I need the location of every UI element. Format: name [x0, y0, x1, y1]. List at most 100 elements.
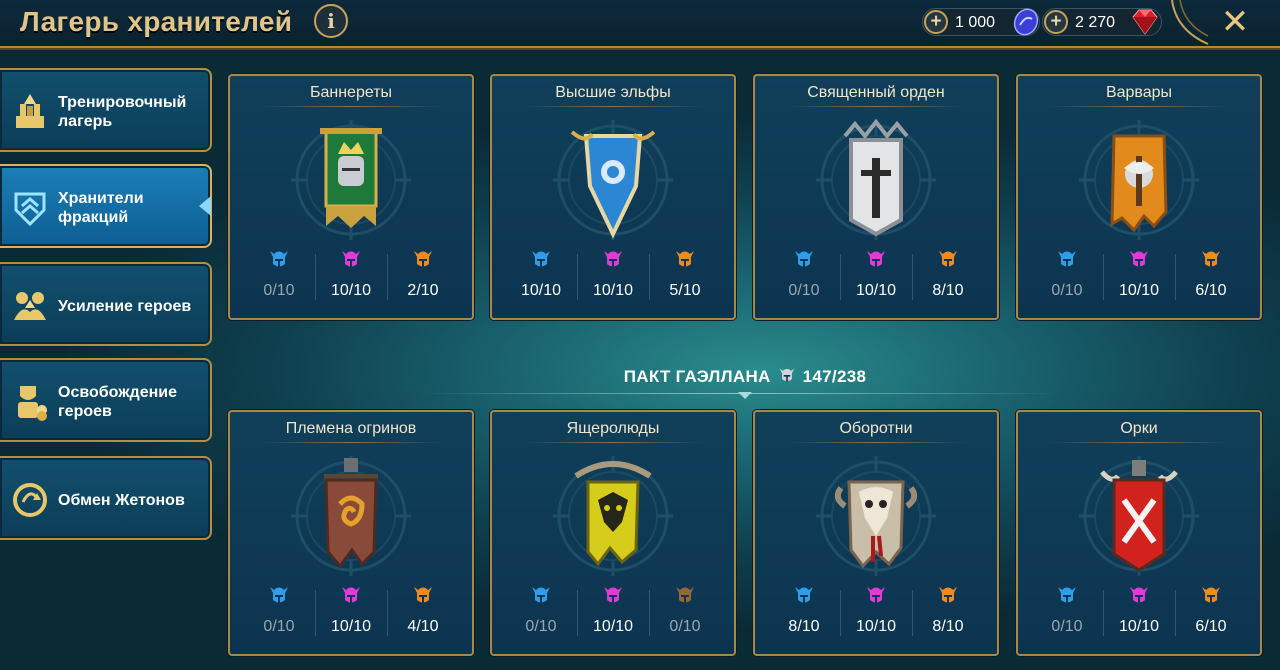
faction-card-sacred-order[interactable]: Священный орден 0/10 10/10 8/10	[753, 74, 999, 320]
faction-name: Высшие эльфы	[555, 84, 671, 101]
menu-item-hero-boost[interactable]: Усиление героев	[0, 262, 212, 346]
epic-slot: 10/10	[316, 248, 386, 306]
rare-helmet-icon	[530, 248, 552, 270]
epic-helmet-icon	[602, 584, 624, 606]
legendary-count: 0/10	[669, 618, 701, 635]
legendary-helmet-icon	[937, 584, 959, 606]
epic-count: 10/10	[1118, 282, 1160, 299]
faction-card-orcs[interactable]: Орки 0/10 10/10 6/10	[1016, 410, 1262, 656]
rare-count: 8/10	[788, 618, 820, 635]
rare-count: 10/10	[520, 282, 562, 299]
rare-helmet-icon	[1056, 248, 1078, 270]
menu-label-hero-release: Освобождение героев	[58, 384, 177, 420]
rare-count: 0/10	[525, 618, 557, 635]
faction-name: Варвары	[1105, 84, 1173, 101]
rare-count: 0/10	[263, 282, 295, 299]
epic-count: 10/10	[330, 282, 372, 299]
faction-card-skinwalkers[interactable]: Оборотни 8/10 10/10 8/10	[753, 410, 999, 656]
rare-slot: 8/10	[769, 584, 839, 642]
menu-item-faction-guardians[interactable]: Хранители фракций	[0, 164, 212, 248]
skinwalker-banner-icon	[815, 452, 937, 580]
menu-item-hero-release[interactable]: Освобождение героев	[0, 358, 212, 442]
rare-slot: 10/10	[506, 248, 576, 306]
faction-card-lizardmen[interactable]: Ящеролюды 0/10 10/10 0/10	[490, 410, 736, 656]
title-divider	[1048, 442, 1230, 443]
training-camp-icon	[16, 94, 44, 128]
title-divider	[522, 442, 704, 443]
epic-slot: 10/10	[1104, 584, 1174, 642]
legendary-helmet-icon	[412, 248, 434, 270]
rare-helmet-icon	[268, 248, 290, 270]
faction-name: Баннереты	[309, 84, 393, 101]
pact-value: 147/238	[802, 367, 867, 386]
epic-slot: 10/10	[841, 584, 911, 642]
menu-label-token-exchange: Обмен Жетонов	[58, 491, 185, 509]
epic-helmet-icon	[1128, 248, 1150, 270]
rare-helmet-icon	[793, 584, 815, 606]
resource-gems: + 2 270	[1042, 8, 1162, 36]
shards-value: 1 000	[955, 14, 996, 31]
title-divider	[1048, 106, 1230, 107]
rare-slot: 0/10	[506, 584, 576, 642]
rare-helmet-icon	[793, 248, 815, 270]
menu-item-token-exchange[interactable]: Обмен Жетонов	[0, 456, 212, 540]
rare-slot: 0/10	[1032, 584, 1102, 642]
top-bar: Лагерь хранителей i + 1 000 + 2 270 ✕	[0, 0, 1280, 48]
orc-banner-icon	[1078, 452, 1200, 580]
active-indicator	[199, 196, 211, 216]
rare-helmet-icon	[268, 584, 290, 606]
rare-count: 0/10	[788, 282, 820, 299]
menu-item-training-camp[interactable]: Тренировочный лагерь	[0, 68, 212, 152]
page-title: Лагерь хранителей	[20, 6, 293, 37]
legendary-slot: 2/10	[388, 248, 458, 306]
epic-count: 10/10	[592, 618, 634, 635]
legendary-helmet-icon	[674, 584, 696, 606]
legendary-helmet-icon	[412, 584, 434, 606]
legendary-count: 6/10	[1195, 282, 1227, 299]
legendary-slot: 4/10	[388, 584, 458, 642]
rare-slot: 0/10	[1032, 248, 1102, 306]
epic-count: 10/10	[855, 282, 897, 299]
legendary-helmet-icon	[674, 248, 696, 270]
barbarian-banner-icon	[1078, 116, 1200, 244]
lizardmen-banner-icon	[552, 452, 674, 580]
resource-shards: + 1 000	[922, 8, 1040, 36]
epic-helmet-icon	[1128, 584, 1150, 606]
faction-card-barbarians[interactable]: Варвары 0/10 10/10 6/10	[1016, 74, 1262, 320]
epic-helmet-icon	[340, 584, 362, 606]
faction-name: Орки	[1120, 420, 1158, 437]
ogryn-banner-icon	[290, 452, 412, 580]
add-shards-button[interactable]: +	[924, 10, 948, 34]
rare-helmet-icon	[530, 584, 552, 606]
legendary-slot: 5/10	[650, 248, 720, 306]
epic-slot: 10/10	[841, 248, 911, 306]
title-divider	[522, 106, 704, 107]
faction-name: Оборотни	[839, 420, 913, 437]
faction-card-bannerets[interactable]: Баннереты 0/10 10/10 2/10	[228, 74, 474, 320]
legendary-slot: 8/10	[913, 584, 983, 642]
banneret-banner-icon	[290, 116, 412, 244]
helmet-icon	[778, 366, 796, 384]
faction-card-ogryn-tribes[interactable]: Племена огринов 0/10 10/10 4/10	[228, 410, 474, 656]
add-gems-button[interactable]: +	[1044, 10, 1068, 34]
epic-helmet-icon	[340, 248, 362, 270]
legendary-slot: 0/10	[650, 584, 720, 642]
epic-count: 10/10	[855, 618, 897, 635]
info-button[interactable]: i	[314, 4, 348, 38]
epic-slot: 10/10	[1104, 248, 1174, 306]
rare-helmet-icon	[1056, 584, 1078, 606]
legendary-helmet-icon	[937, 248, 959, 270]
faction-card-high-elves[interactable]: Высшие эльфы 10/10 10/10 5/10	[490, 74, 736, 320]
epic-slot: 10/10	[578, 248, 648, 306]
rare-count: 0/10	[1051, 618, 1083, 635]
epic-slot: 10/10	[316, 584, 386, 642]
legendary-slot: 8/10	[913, 248, 983, 306]
high-elves-shield-icon	[552, 116, 674, 244]
title-divider	[260, 442, 442, 443]
legendary-count: 2/10	[407, 282, 439, 299]
legendary-count: 6/10	[1195, 618, 1227, 635]
legendary-count: 4/10	[407, 618, 439, 635]
close-button[interactable]: ✕	[1218, 5, 1252, 40]
epic-helmet-icon	[865, 248, 887, 270]
title-divider	[785, 106, 967, 107]
